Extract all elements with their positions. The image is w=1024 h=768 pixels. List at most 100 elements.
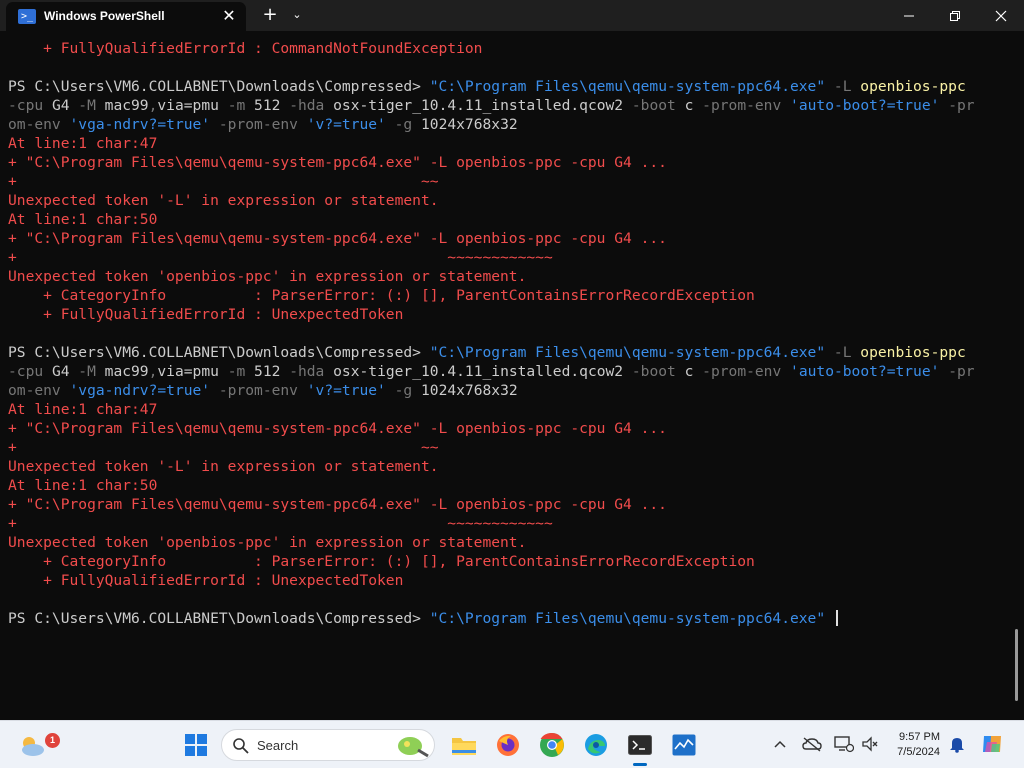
terminal-text: At line:1 char:50 xyxy=(8,477,158,494)
terminal-text: + "C:\Program Files\qemu\qemu-system-ppc… xyxy=(8,154,667,171)
tab-powershell[interactable]: >_ Windows PowerShell ✕ xyxy=(6,2,246,31)
tray-cloud[interactable] xyxy=(801,733,823,755)
terminal-text: PS C:\Users\VM6.COLLABNET\Downloads\Comp… xyxy=(8,610,430,627)
terminal-text: -prom-env xyxy=(702,97,791,114)
notifications-button[interactable] xyxy=(946,733,968,755)
terminal-line: Unexpected token '-L' in expression or s… xyxy=(8,457,1008,476)
terminal-line: + ~~~~~~~~~~~~ xyxy=(8,514,1008,533)
terminal-output[interactable]: + FullyQualifiedErrorId : CommandNotFoun… xyxy=(0,31,1024,720)
terminal-line: + "C:\Program Files\qemu\qemu-system-ppc… xyxy=(8,419,1008,438)
edge-icon xyxy=(585,734,607,756)
new-tab-button[interactable]: + xyxy=(259,3,281,27)
terminal-text: G4 xyxy=(51,97,79,114)
edge-button[interactable] xyxy=(578,727,614,763)
terminal-text: + ~~~~~~~~~~~~ xyxy=(8,515,553,532)
terminal-line: -cpu G4 -M mac99,via=pmu -m 512 -hda osx… xyxy=(8,96,1008,115)
terminal-text: "C:\Program Files\qemu\qemu-system-ppc64… xyxy=(429,78,826,95)
terminal-text: At line:1 char:47 xyxy=(8,401,158,418)
search-icon xyxy=(233,738,249,754)
terminal-text: -g xyxy=(385,116,421,133)
clock-date: 7/5/2024 xyxy=(897,746,940,758)
terminal-text: Unexpected token 'openbios-ppc' in expre… xyxy=(8,534,527,551)
terminal-text: mac99 xyxy=(104,363,149,380)
volume-muted-icon xyxy=(862,736,878,752)
terminal-text: G4 xyxy=(51,363,79,380)
start-button[interactable] xyxy=(178,727,214,763)
notification-badge: 1 xyxy=(45,733,60,748)
tab-dropdown-button[interactable]: ⌄ xyxy=(287,5,307,25)
terminal-text: "C:\Program Files\qemu\qemu-system-ppc64… xyxy=(429,610,826,627)
firefox-icon xyxy=(497,734,519,756)
taskbar-search[interactable]: Search xyxy=(221,729,435,761)
show-hidden-icons-button[interactable] xyxy=(769,733,791,755)
tab-title: Windows PowerShell xyxy=(44,9,165,23)
terminal-text: + ~~~~~~~~~~~~ xyxy=(8,249,553,266)
terminal-text: 'v?=true' xyxy=(306,382,386,399)
terminal-text: + CategoryInfo : ParserError: (:) [], Pa… xyxy=(8,553,755,570)
terminal-text: mac99 xyxy=(104,97,149,114)
tab-close-button[interactable]: ✕ xyxy=(220,7,238,25)
tray-volume[interactable] xyxy=(859,733,881,755)
terminal-line: + FullyQualifiedErrorId : UnexpectedToke… xyxy=(8,571,1008,590)
terminal-line: At line:1 char:50 xyxy=(8,476,1008,495)
terminal-text: -cpu xyxy=(8,97,52,114)
chrome-button[interactable] xyxy=(534,727,570,763)
taskbar-clock[interactable]: 9:57 PM 7/5/2024 xyxy=(886,730,940,760)
terminal-text: + "C:\Program Files\qemu\qemu-system-ppc… xyxy=(8,420,667,437)
close-button[interactable] xyxy=(978,0,1024,31)
terminal-text: -prom-env xyxy=(702,363,791,380)
terminal-text: Unexpected token '-L' in expression or s… xyxy=(8,192,439,209)
copilot-button[interactable] xyxy=(980,733,1002,755)
title-bar: >_ Windows PowerShell ✕ + ⌄ xyxy=(0,0,1024,31)
terminal-text: -boot xyxy=(631,97,685,114)
chevron-up-icon xyxy=(774,740,786,748)
taskbar: 1 Search 9:57 PM 7/5/2024 xyxy=(0,720,1024,768)
terminal-line: + "C:\Program Files\qemu\qemu-system-ppc… xyxy=(8,495,1008,514)
terminal-text: c xyxy=(684,97,703,114)
terminal-text: + FullyQualifiedErrorId : CommandNotFoun… xyxy=(8,40,483,57)
minimize-icon xyxy=(904,15,914,16)
terminal-text: osx-tiger_10.4.11_installed.qcow2 xyxy=(333,97,632,114)
terminal-line: om-env 'vga-ndrv?=true' -prom-env 'v?=tr… xyxy=(8,381,1008,400)
terminal-text: -pr xyxy=(939,363,975,380)
terminal-line: + ~~ xyxy=(8,172,1008,191)
terminal-text: openbios-ppc xyxy=(860,78,966,95)
scrollbar[interactable] xyxy=(1015,629,1018,701)
terminal-button[interactable] xyxy=(622,727,658,766)
tray-network[interactable] xyxy=(833,733,855,755)
terminal-text: osx-tiger_10.4.11_installed.qcow2 xyxy=(333,363,632,380)
task-manager-icon xyxy=(672,734,696,756)
maximize-button[interactable] xyxy=(932,0,978,31)
weather-icon xyxy=(22,737,44,756)
terminal-line: PS C:\Users\VM6.COLLABNET\Downloads\Comp… xyxy=(8,343,1008,362)
terminal-text: via=pmu xyxy=(157,97,228,114)
firefox-button[interactable] xyxy=(490,727,526,763)
weather-widget[interactable]: 1 xyxy=(14,727,60,763)
terminal-text: 'auto-boot?=true' xyxy=(790,363,940,380)
terminal-line: om-env 'vga-ndrv?=true' -prom-env 'v?=tr… xyxy=(8,115,1008,134)
terminal-text: + ~~ xyxy=(8,173,439,190)
powershell-icon: >_ xyxy=(18,9,36,24)
task-manager-button[interactable] xyxy=(666,727,702,763)
text-cursor xyxy=(835,610,838,626)
terminal-text: -boot xyxy=(631,363,685,380)
terminal-line: + "C:\Program Files\qemu\qemu-system-ppc… xyxy=(8,229,1008,248)
active-indicator xyxy=(633,763,647,766)
terminal-text: -pr xyxy=(939,97,975,114)
terminal-line: + CategoryInfo : ParserError: (:) [], Pa… xyxy=(8,286,1008,305)
file-explorer-button[interactable] xyxy=(446,727,482,763)
terminal-text: openbios-ppc xyxy=(860,344,966,361)
copilot-icon xyxy=(983,736,1001,752)
terminal-text: + FullyQualifiedErrorId : UnexpectedToke… xyxy=(8,306,404,323)
terminal-text: -hda xyxy=(289,97,334,114)
terminal-line: PS C:\Users\VM6.COLLABNET\Downloads\Comp… xyxy=(8,609,1008,628)
terminal-text: PS C:\Users\VM6.COLLABNET\Downloads\Comp… xyxy=(8,78,430,95)
terminal-text: -prom-env xyxy=(210,382,307,399)
minimize-button[interactable] xyxy=(886,0,932,31)
terminal-line: + FullyQualifiedErrorId : UnexpectedToke… xyxy=(8,305,1008,324)
start-icon xyxy=(185,734,207,756)
bell-icon xyxy=(950,738,964,753)
